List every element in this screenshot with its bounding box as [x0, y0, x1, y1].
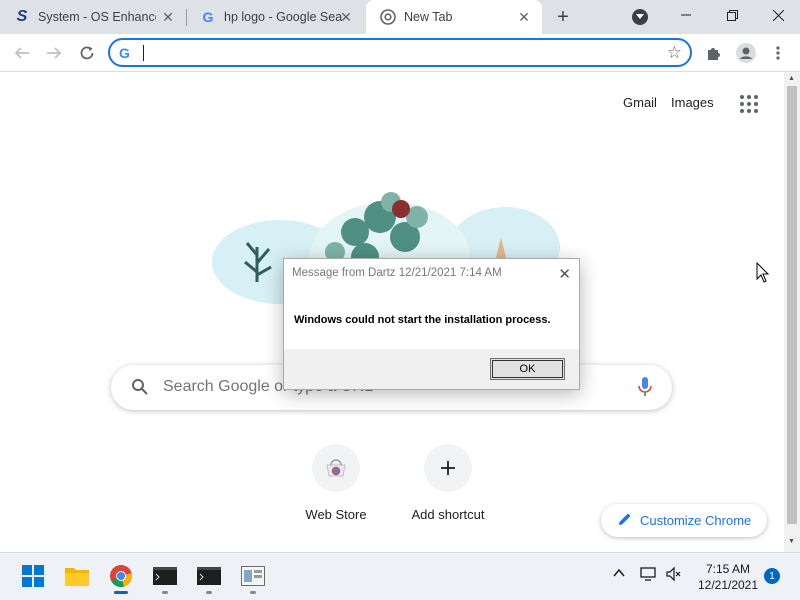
- dialog-close-icon[interactable]: ✕: [558, 265, 571, 283]
- address-input[interactable]: [142, 43, 652, 62]
- taskbar-clock[interactable]: 7:15 AM 12/21/2021: [695, 561, 761, 593]
- google-g-icon: G: [202, 9, 214, 25]
- windows-taskbar: 7:15 AM 12/21/2021 1: [0, 552, 800, 600]
- google-g-icon: G: [119, 45, 130, 61]
- scroll-down-arrow-icon[interactable]: ▼: [788, 538, 795, 545]
- file-explorer-icon[interactable]: [64, 563, 90, 589]
- extensions-puzzle-icon[interactable]: [703, 42, 725, 64]
- speaker-muted-icon[interactable]: [666, 566, 682, 585]
- terminal-icon[interactable]: [196, 563, 222, 589]
- tab-hp-logo[interactable]: G hp logo - Google Sea ✕: [186, 0, 364, 34]
- scroll-up-arrow-icon[interactable]: ▲: [788, 75, 795, 82]
- message-dialog: Message from Dartz 12/21/2021 7:14 AM ✕ …: [283, 258, 580, 390]
- profile-avatar-icon[interactable]: [735, 42, 757, 64]
- customize-chrome-button[interactable]: Customize Chrome: [601, 504, 767, 537]
- open-app-indicator: [250, 591, 256, 594]
- reload-icon[interactable]: [76, 42, 98, 64]
- tab-strip: S System - OS Enhance ✕ G hp logo - Goog…: [0, 0, 800, 34]
- close-icon[interactable]: ✕: [160, 9, 176, 25]
- tab-title: hp logo - Google Sea: [224, 10, 342, 24]
- clock-time: 7:15 AM: [705, 562, 751, 576]
- images-link[interactable]: Images: [671, 95, 714, 110]
- text-caret: [143, 45, 144, 61]
- dialog-title: Message from Dartz 12/21/2021 7:14 AM: [284, 259, 579, 289]
- clock-date: 12/21/2021: [697, 578, 759, 592]
- web-store-icon: [312, 444, 360, 492]
- chevron-up-icon[interactable]: [612, 566, 626, 583]
- tab-title: System - OS Enhance: [38, 10, 156, 24]
- shortcut-label: Add shortcut: [411, 507, 485, 522]
- tab-title: New Tab: [404, 10, 453, 24]
- microphone-icon[interactable]: [638, 377, 652, 400]
- chrome-taskbar-icon[interactable]: [108, 563, 134, 589]
- shortcut-add[interactable]: Add shortcut: [398, 444, 498, 522]
- restore-button[interactable]: [710, 0, 754, 30]
- ok-button[interactable]: OK: [490, 358, 565, 380]
- app-window-icon[interactable]: [240, 563, 266, 589]
- back-arrow-icon[interactable]: [11, 42, 33, 64]
- bookmark-star-icon[interactable]: ☆: [667, 43, 682, 63]
- close-window-button[interactable]: [756, 0, 800, 30]
- new-tab-button[interactable]: +: [552, 6, 574, 28]
- open-app-indicator: [206, 591, 212, 594]
- browser-toolbar: G ☆: [0, 34, 800, 72]
- open-app-indicator: [162, 591, 168, 594]
- scrollbar-thumb[interactable]: [787, 86, 797, 524]
- s-logo-icon: S: [16, 8, 28, 25]
- active-app-indicator: [114, 591, 128, 594]
- close-icon[interactable]: ✕: [338, 9, 354, 25]
- tab-new-tab[interactable]: New Tab ✕: [366, 0, 542, 34]
- search-icon: [131, 378, 149, 399]
- tab-search-icon[interactable]: [632, 9, 648, 25]
- dialog-message: Windows could not start the installation…: [284, 289, 579, 349]
- customize-label: Customize Chrome: [640, 513, 752, 528]
- shortcut-web-store[interactable]: Web Store: [286, 444, 386, 522]
- mouse-cursor-icon: [756, 262, 770, 283]
- terminal-icon[interactable]: [152, 563, 178, 589]
- plus-icon: [424, 444, 472, 492]
- apps-grid-icon[interactable]: [740, 95, 758, 113]
- address-bar[interactable]: G ☆: [108, 38, 692, 67]
- chrome-icon: [380, 9, 396, 25]
- more-menu-icon[interactable]: [767, 42, 789, 64]
- gmail-link[interactable]: Gmail: [623, 95, 657, 110]
- close-icon[interactable]: ✕: [516, 9, 532, 25]
- forward-arrow-icon[interactable]: [43, 42, 65, 64]
- shortcut-label: Web Store: [305, 507, 367, 522]
- page-scrollbar[interactable]: ▲ ▼: [784, 72, 800, 552]
- network-monitor-icon[interactable]: [640, 566, 656, 585]
- notification-badge[interactable]: 1: [764, 568, 780, 584]
- minimize-button[interactable]: [664, 0, 708, 30]
- windows-start-icon[interactable]: [20, 563, 46, 589]
- pencil-icon: [618, 512, 632, 529]
- tab-system-os[interactable]: S System - OS Enhance ✕: [0, 0, 186, 34]
